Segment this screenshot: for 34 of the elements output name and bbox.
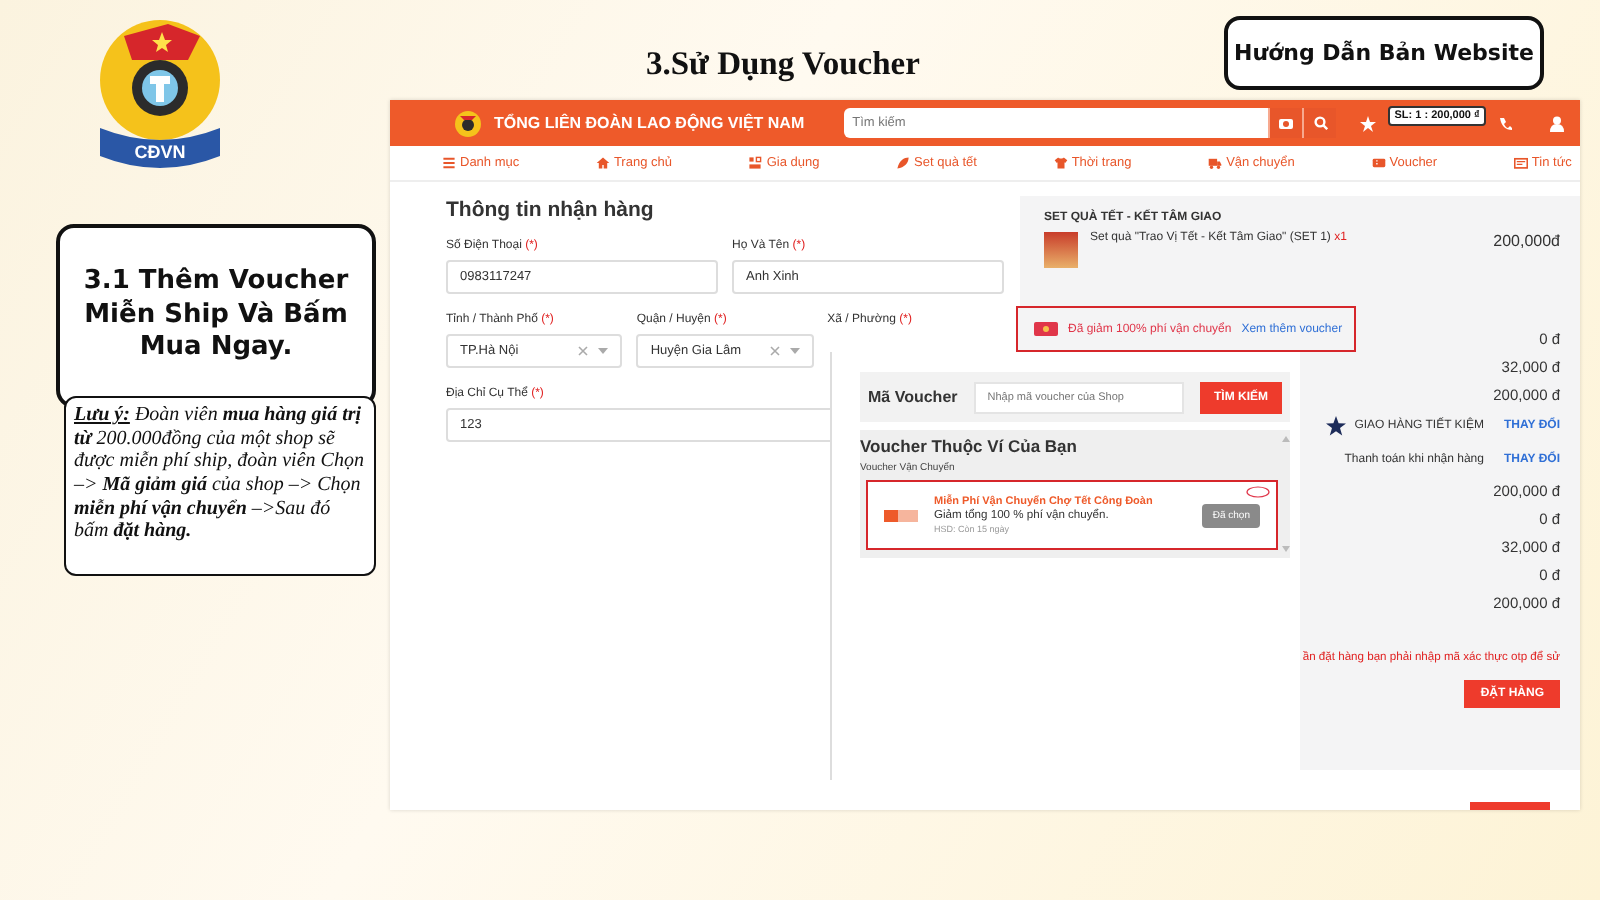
- product-photo-placeholder: [1044, 232, 1078, 268]
- logo-text: CĐVN: [134, 142, 186, 162]
- star-icon[interactable]: [1360, 115, 1377, 131]
- caret-icon: [598, 348, 609, 354]
- emblem-drawing: [100, 20, 220, 140]
- camera-icon[interactable]: [1278, 116, 1295, 130]
- union-logo-icon[interactable]: [454, 109, 482, 137]
- phone-icon[interactable]: [1497, 116, 1512, 130]
- newspaper-icon: [1513, 156, 1528, 170]
- user-icon[interactable]: [1550, 115, 1564, 131]
- voucher-code-label: Mã Voucher: [868, 388, 958, 406]
- step-title: 3.1 Thêm Voucher Miễn Ship Và Bấm Mua Ngay.: [56, 224, 376, 408]
- ticket-icon: [1034, 322, 1058, 336]
- ticket-icon: [1371, 156, 1386, 170]
- section-heading: Thông tin nhận hàng: [446, 198, 656, 222]
- furniture-icon: [748, 156, 763, 170]
- note-text: Lưu ý: Đoàn viên mua hàng giá trị từ 200.000đồng của một shop sẽ được miễn phí ship, đoàn viên Chọn –> Mã giảm giá của shop –> Chọn miễn phí vận chuyển –>Sau đó bấm đặt hàng.: [64, 396, 376, 576]
- site-brand[interactable]: TỔNG LIÊN ĐOÀN LAO ĐỘNG VIỆT NAM: [494, 114, 805, 132]
- leaf-icon: [896, 156, 911, 170]
- clear-icon[interactable]: [578, 346, 589, 356]
- menu-icon: [442, 156, 456, 170]
- voucher-logo-icon: [884, 509, 918, 521]
- wallet-heading: Voucher Thuộc Ví Của Bạn: [860, 436, 1079, 456]
- guide-button[interactable]: Hướng Dẫn Bản Website: [1224, 16, 1544, 90]
- truck-icon: [1208, 156, 1223, 170]
- caret-icon: [789, 348, 800, 354]
- product-price: 200,000đ: [1493, 232, 1560, 250]
- ribbon-drawing: [100, 128, 220, 168]
- star-icon: [1326, 415, 1347, 435]
- search-icon[interactable]: [1313, 116, 1328, 130]
- home-icon: [595, 156, 610, 170]
- slide-title: 3.Sử Dụng Voucher: [646, 44, 920, 84]
- shirt-icon: [1053, 156, 1068, 170]
- clear-icon[interactable]: [769, 346, 780, 356]
